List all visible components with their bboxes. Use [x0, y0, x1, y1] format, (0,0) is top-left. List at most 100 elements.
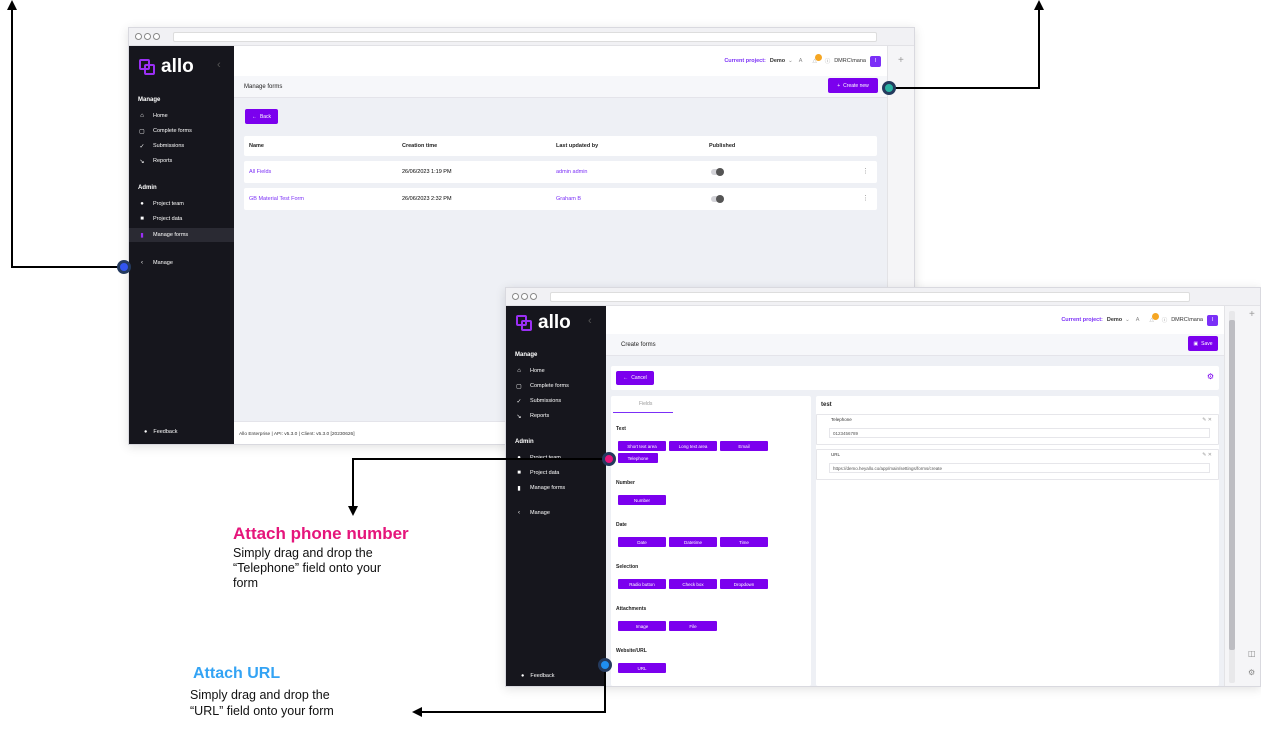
telephone-field-box[interactable]: Telephone ✎ ✕ 0123456789	[816, 414, 1219, 445]
field-chip-dropdown[interactable]: Dropdown	[720, 579, 768, 589]
field-chip-url[interactable]: URL	[618, 663, 666, 673]
field-chip-checkbox[interactable]: Check box	[669, 579, 717, 589]
cancel-button[interactable]: ← Cancel	[616, 371, 654, 385]
sidebar-item-manage-forms[interactable]: ▮ Manage forms	[129, 228, 234, 242]
collapse-sidebar-icon[interactable]: ‹	[217, 59, 221, 71]
save-button[interactable]: ▣ Save	[1188, 336, 1218, 351]
help-icon[interactable]: ⓘ	[825, 57, 831, 65]
field-chip-image[interactable]: Image	[618, 621, 666, 631]
arrow-left-icon: ←	[623, 375, 629, 381]
edit-delete-icons[interactable]: ✎ ✕	[1202, 452, 1212, 458]
window-dot[interactable]	[521, 293, 528, 300]
avatar[interactable]: I	[1207, 314, 1218, 326]
address-bar[interactable]	[550, 292, 1190, 302]
window-dot[interactable]	[135, 33, 142, 40]
window-dot[interactable]	[512, 293, 519, 300]
form-name-link[interactable]: All Fields	[249, 169, 271, 175]
url-field-box[interactable]: URL ✎ ✕ https://demo.heyallo.co/app/main…	[816, 449, 1219, 480]
feedback-link[interactable]: ● Feedback	[521, 673, 554, 679]
logo-mark-icon	[516, 314, 533, 332]
field-label: URL	[831, 452, 841, 457]
table-header: Name Creation time Last updated by Publi…	[244, 136, 877, 156]
column-header[interactable]: Name	[249, 143, 264, 149]
scrollbar-thumb[interactable]	[1229, 320, 1235, 650]
back-button[interactable]: ← Back	[245, 109, 278, 124]
panel-icon[interactable]: ◫	[1248, 649, 1256, 658]
window-dot[interactable]	[153, 33, 160, 40]
tab-fields[interactable]: Fields	[639, 401, 652, 407]
field-chip-time[interactable]: Time	[720, 537, 768, 547]
brand-logo[interactable]: allo	[139, 56, 194, 78]
field-chip-radio[interactable]: Radio button	[618, 579, 666, 589]
field-chip-long-text[interactable]: Long text area	[669, 441, 717, 451]
notification-bell-icon[interactable]: △	[1149, 313, 1159, 323]
telephone-input[interactable]: 0123456789	[829, 428, 1210, 438]
sidebar-item-manage-forms[interactable]: ▮ Manage forms	[506, 481, 606, 495]
brand-logo[interactable]: allo	[516, 312, 571, 334]
feedback-link[interactable]: ● Feedback	[144, 429, 177, 435]
user-icon: ●	[140, 201, 144, 207]
window-dot[interactable]	[530, 293, 537, 300]
field-chip-datetime[interactable]: Datetime	[669, 537, 717, 547]
collapse-sidebar-icon[interactable]: ‹	[588, 315, 592, 327]
url-callout-line: “URL” field onto your form	[190, 704, 334, 718]
field-value: https://demo.heyallo.co/app/main/setting…	[833, 466, 943, 471]
sidebar-item-home[interactable]: ⌂ Home	[129, 109, 234, 123]
group-title-date: Date	[616, 522, 627, 528]
column-header[interactable]: Last updated by	[556, 143, 598, 149]
new-tab-plus-icon[interactable]: +	[1249, 309, 1255, 320]
sidebar-item-submissions[interactable]: ✓ Submissions	[129, 139, 234, 153]
sidebar-item-reports[interactable]: ↘ Reports	[506, 409, 606, 423]
sidebar-item-reports[interactable]: ↘ Reports	[129, 154, 234, 168]
address-bar[interactable]	[173, 32, 877, 42]
current-project-value[interactable]: Demo	[770, 58, 785, 64]
chevron-down-icon[interactable]: ⌄	[1125, 317, 1130, 323]
avatar[interactable]: I	[870, 55, 881, 67]
settings-gear-icon[interactable]: ⚙	[1207, 372, 1214, 381]
more-options-icon[interactable]: ⋮	[862, 194, 869, 202]
field-chip-short-text[interactable]: Short text area	[618, 441, 666, 451]
field-chip-date[interactable]: Date	[618, 537, 666, 547]
sidebar-item-project-team[interactable]: ● Project team	[129, 197, 234, 211]
chevron-down-icon[interactable]: ⌄	[788, 58, 793, 64]
font-size-icon[interactable]: A	[799, 58, 803, 64]
sidebar-item-project-data[interactable]: ■ Project data	[129, 212, 234, 226]
published-toggle[interactable]	[711, 195, 724, 203]
user-name[interactable]: DMRC\mana	[834, 58, 866, 64]
sidebar-item-submissions[interactable]: ✓ Submissions	[506, 394, 606, 408]
user-name[interactable]: DMRC\mana	[1171, 317, 1203, 323]
form-name-link[interactable]: GB Material Test Form	[249, 196, 304, 202]
column-header[interactable]: Published	[709, 143, 735, 149]
sidebar-item-complete-forms[interactable]: ▢ Complete forms	[506, 379, 606, 393]
notification-badge	[1151, 313, 1159, 320]
new-tab-plus-icon[interactable]: +	[898, 55, 904, 66]
column-header[interactable]: Creation time	[402, 143, 437, 149]
plus-icon: +	[837, 82, 841, 89]
sidebar-item-collapse-manage[interactable]: ‹ Manage	[506, 506, 606, 520]
sidebar-item-complete-forms[interactable]: ▢ Complete forms	[129, 124, 234, 138]
published-toggle[interactable]	[711, 168, 724, 176]
user-icon: ●	[517, 455, 521, 461]
table-row[interactable]: All Fields 26/06/2023 1:19 PM admin admi…	[244, 161, 877, 183]
create-new-button[interactable]: + Create new	[828, 78, 878, 93]
field-chip-file[interactable]: File	[669, 621, 717, 631]
fields-panel: Fields Text Short text area Long text ar…	[611, 396, 811, 686]
sidebar-item-project-team[interactable]: ● Project team	[506, 451, 606, 465]
more-options-icon[interactable]: ⋮	[862, 167, 869, 175]
sidebar-item-collapse-manage[interactable]: ‹ Manage	[129, 256, 234, 270]
settings-icon[interactable]: ⚙	[1248, 668, 1255, 677]
edit-delete-icons[interactable]: ✎ ✕	[1202, 417, 1212, 423]
field-chip-email[interactable]: Email	[720, 441, 768, 451]
font-size-icon[interactable]: A	[1136, 317, 1140, 323]
sidebar-item-project-data[interactable]: ■ Project data	[506, 466, 606, 480]
field-chip-number[interactable]: Number	[618, 495, 666, 505]
window-dot[interactable]	[144, 33, 151, 40]
url-input[interactable]: https://demo.heyallo.co/app/main/setting…	[829, 463, 1210, 473]
help-icon[interactable]: ⓘ	[1162, 316, 1168, 324]
current-project-value[interactable]: Demo	[1107, 317, 1122, 323]
notification-bell-icon[interactable]: △	[812, 54, 822, 64]
field-chip-telephone[interactable]: Telephone	[618, 453, 658, 463]
table-row[interactable]: GB Material Test Form 26/06/2023 2:32 PM…	[244, 188, 877, 210]
sidebar-item-home[interactable]: ⌂ Home	[506, 364, 606, 378]
brand-name: allo	[538, 312, 571, 333]
